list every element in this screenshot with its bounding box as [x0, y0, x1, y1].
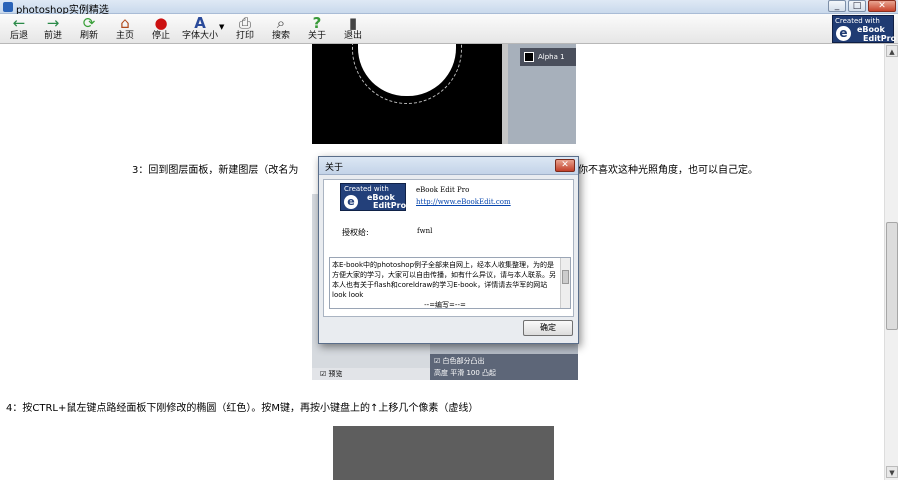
close-button[interactable]: ✕ — [868, 0, 896, 12]
stop-icon: ● — [154, 14, 168, 32]
channel-thumbnail — [524, 52, 534, 62]
window-controls: _ □ ✕ — [828, 0, 896, 12]
scroll-thumb[interactable] — [886, 222, 898, 330]
selection-outline — [352, 44, 462, 104]
image-row-text: 高度 平滑 100 凸起 — [434, 369, 497, 377]
stop-button[interactable]: ● 停止 — [144, 15, 178, 43]
logo-line1: Created with — [835, 17, 880, 25]
exit-label: 退出 — [343, 31, 362, 41]
dialog-logo-line3: EditPro — [373, 201, 407, 210]
maximize-button[interactable]: □ — [848, 0, 866, 12]
search-label: 搜索 — [271, 31, 290, 41]
channel-name: Alpha 1 — [538, 53, 565, 61]
ebook-editpro-logo: Created with e eBook EditPro — [832, 15, 897, 43]
forward-label: 前进 — [43, 31, 62, 41]
licensed-to-label: 授权给: — [342, 228, 369, 237]
title-bar: photoshop实例精选 _ □ ✕ — [0, 0, 898, 16]
print-button[interactable]: ⎙ 打印 — [228, 15, 262, 43]
app-icon — [3, 2, 13, 12]
refresh-icon: ⟳ — [82, 14, 96, 32]
description-scroll-thumb[interactable] — [562, 270, 569, 284]
scroll-up-arrow[interactable]: ▲ — [886, 45, 898, 57]
ok-button[interactable]: 确定 — [523, 320, 573, 336]
refresh-button[interactable]: ⟳ 刷新 — [72, 15, 106, 43]
font-size-dropdown-icon[interactable]: ▼ — [219, 23, 224, 31]
step3-text: 3：回到图层面板，新建图层（改名为 — [132, 165, 299, 176]
home-button[interactable]: ⌂ 主页 — [108, 15, 142, 43]
help-icon: ? — [312, 14, 322, 32]
description-text: 本E-book中的photoshop例子全部来自网上，经本人收集整理，为的是方便… — [332, 261, 556, 299]
image-bottom-bar: ☑ 白色部分凸出 高度 平滑 100 凸起 — [430, 354, 578, 380]
printer-icon: ⎙ — [238, 14, 251, 32]
exit-icon: ▮ — [348, 14, 358, 32]
step3-text-suffix: 你不喜欢这种光照角度，也可以自己定。 — [578, 165, 758, 176]
print-label: 打印 — [235, 31, 254, 41]
dialog-title: 关于 — [325, 163, 344, 173]
home-label: 主页 — [115, 31, 134, 41]
dialog-close-button[interactable]: ✕ — [555, 159, 575, 172]
minimize-button[interactable]: _ — [828, 0, 846, 12]
website-link[interactable]: http://www.eBookEdit.com — [416, 198, 511, 206]
home-icon: ⌂ — [120, 14, 130, 32]
search-button[interactable]: ⌕ 搜索 — [264, 15, 298, 43]
step4-text: 4：按CTRL+鼠左键点路经面板下刚修改的椭圆（红色）。按M键，再按小键盘上的↑… — [6, 403, 479, 414]
scroll-down-arrow[interactable]: ▼ — [886, 466, 898, 478]
logo-line2: eBook — [857, 25, 885, 34]
logo-line3: EditPro — [863, 34, 897, 43]
forward-arrow-icon: → — [46, 14, 60, 32]
exit-button[interactable]: ▮ 退出 — [336, 15, 370, 43]
tutorial-image-1: Alpha 1 — [312, 44, 576, 144]
about-label: 关于 — [307, 31, 326, 41]
about-dialog: 关于 ✕ Created with e eBook EditPro eBook … — [318, 156, 579, 344]
dialog-title-bar: 关于 ✕ — [319, 157, 578, 175]
stop-label: 停止 — [151, 31, 170, 41]
licensed-to-value: fwnl — [417, 227, 433, 235]
channel-row: Alpha 1 — [520, 48, 576, 66]
font-size-label: 字体大小 — [181, 31, 218, 41]
font-size-button[interactable]: A 字体大小 — [180, 15, 220, 43]
logo-letter: e — [836, 26, 851, 41]
about-button[interactable]: ? 关于 — [300, 15, 334, 43]
search-icon: ⌕ — [276, 14, 286, 32]
dialog-logo-letter: e — [344, 195, 358, 209]
tutorial-image-3 — [333, 426, 554, 480]
refresh-label: 刷新 — [79, 31, 98, 41]
channels-panel: Alpha 1 — [508, 44, 576, 144]
description-scrollbar[interactable] — [560, 258, 570, 308]
dialog-logo-line1: Created with — [344, 185, 389, 193]
image-canvas — [312, 44, 502, 144]
vertical-scrollbar[interactable]: ▲ ▼ — [884, 44, 898, 480]
product-name: eBook Edit Pro — [416, 186, 470, 194]
toolbar: ← 后退 → 前进 ⟳ 刷新 ⌂ 主页 ● 停止 A 字体大小 ▼ ⎙ 打印 ⌕… — [0, 14, 898, 44]
font-size-icon: A — [194, 14, 206, 32]
dialog-ebook-logo: Created with e eBook EditPro — [340, 183, 406, 211]
back-button[interactable]: ← 后退 — [2, 15, 36, 43]
description-tail: --=编写=--= — [424, 301, 466, 309]
description-textarea[interactable]: 本E-book中的photoshop例子全部来自网上，经本人收集整理，为的是方便… — [329, 257, 571, 309]
image-preview-bar: ☑ 预览 — [312, 368, 430, 380]
back-label: 后退 — [9, 31, 28, 41]
forward-button[interactable]: → 前进 — [36, 15, 70, 43]
image-checkbox-text: ☑ 白色部分凸出 — [434, 357, 485, 365]
back-arrow-icon: ← — [12, 14, 26, 32]
